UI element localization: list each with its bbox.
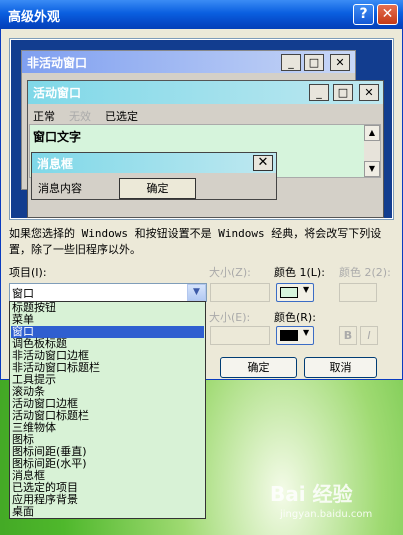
item-label: 项目(I):: [9, 266, 47, 279]
color1-label: 颜色 1(L):: [274, 266, 325, 279]
ok-button[interactable]: 确定: [220, 357, 297, 378]
title-bar[interactable]: [0, 0, 403, 29]
color2-button[interactable]: [339, 283, 377, 302]
italic-button[interactable]: I: [360, 326, 378, 345]
item-select-value: 窗口: [12, 287, 34, 300]
maximize-icon: □: [304, 54, 324, 71]
menu-item-normal[interactable]: 正常: [33, 108, 55, 124]
minimize-icon: _: [309, 84, 329, 101]
cancel-button[interactable]: 取消: [304, 357, 377, 378]
font-size-input[interactable]: [210, 326, 270, 345]
dropdown-option[interactable]: 标题按钮: [11, 302, 204, 314]
preview-inactive-title: 非活动窗口: [27, 56, 88, 70]
font-color-label: 颜色(R):: [274, 311, 316, 324]
scroll-up-icon[interactable]: ▲: [364, 125, 380, 141]
preview-message-ok-button[interactable]: 确定: [119, 178, 196, 199]
preview-window-text: 窗口文字: [33, 130, 82, 144]
menu-item-disabled[interactable]: 无效: [69, 108, 91, 124]
font-size-label: 大小(E):: [209, 311, 251, 324]
font-color-swatch: [280, 330, 298, 341]
color1-swatch: [280, 287, 298, 298]
minimize-icon: _: [281, 54, 301, 71]
close-icon: ✕: [359, 84, 379, 101]
chevron-down-icon: ▼: [303, 328, 310, 337]
bold-button[interactable]: B: [339, 326, 357, 345]
color2-label: 颜色 2(2):: [339, 266, 391, 279]
preview-active-title: 活动窗口: [33, 86, 82, 100]
help-button[interactable]: ?: [353, 4, 374, 25]
description-text: 如果您选择的 Windows 和按钮设置不是 Windows 经典，将会改写下列…: [9, 227, 382, 256]
menu-item-selected[interactable]: 已选定: [105, 108, 138, 124]
chevron-down-icon: ▼: [303, 285, 310, 294]
preview-message-content: 消息内容: [38, 182, 82, 195]
preview-message-title: 消息框: [37, 157, 74, 171]
size-input[interactable]: [210, 283, 270, 302]
watermark-url: jingyan.baidu.com: [280, 509, 373, 520]
chevron-down-icon[interactable]: ▼: [187, 284, 206, 301]
preview-active-titlebar[interactable]: [28, 81, 383, 104]
dropdown-option[interactable]: 桌面: [11, 506, 204, 518]
dropdown-option[interactable]: 菜单: [11, 314, 204, 326]
scroll-down-icon[interactable]: ▼: [364, 161, 380, 177]
close-icon: ✕: [253, 155, 273, 171]
dropdown-option[interactable]: 应用程序背景: [11, 494, 204, 506]
dropdown-option[interactable]: 三维物体: [11, 422, 204, 434]
close-icon: ✕: [330, 54, 350, 71]
item-select[interactable]: [9, 283, 207, 302]
size-label: 大小(Z):: [209, 266, 251, 279]
window-title: 高级外观: [8, 10, 61, 25]
close-button[interactable]: ✕: [377, 4, 398, 25]
maximize-icon: □: [333, 84, 353, 101]
